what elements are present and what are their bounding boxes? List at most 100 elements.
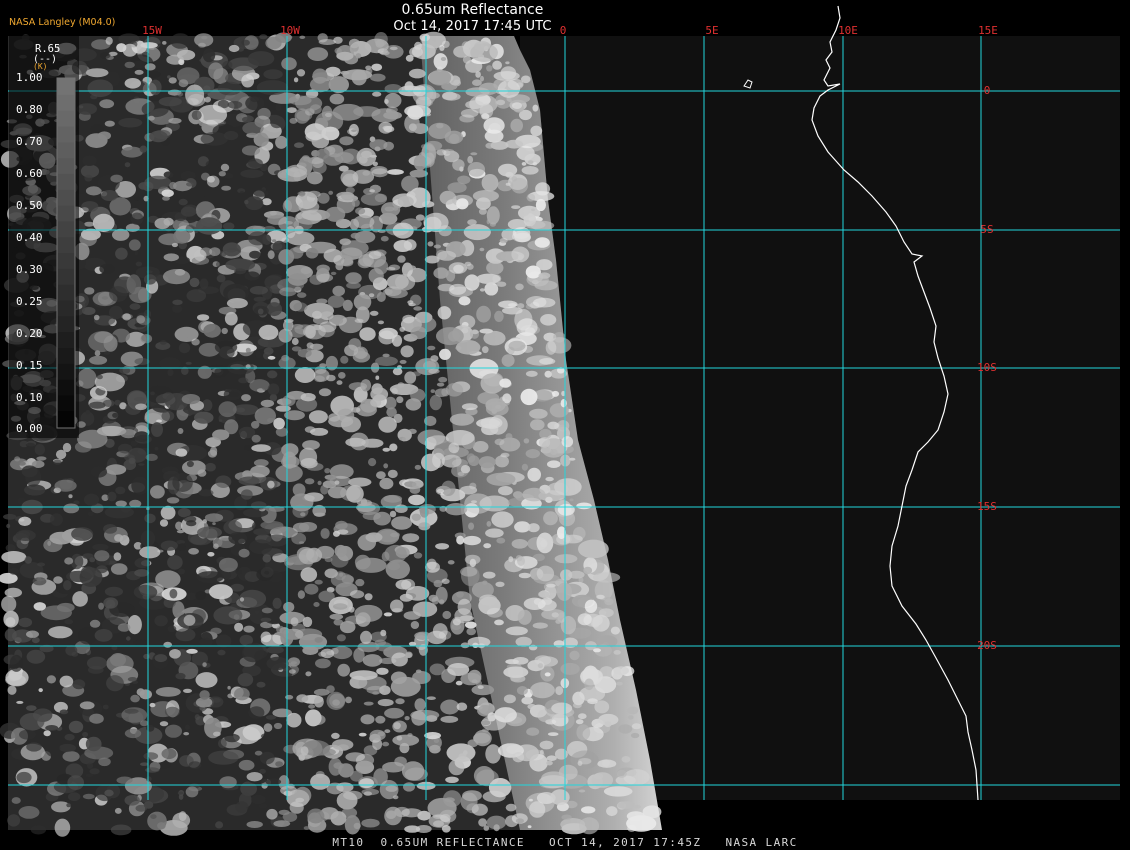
cloud-puff [146, 270, 153, 274]
cloud-puff [628, 715, 634, 720]
cloud-puff [55, 449, 67, 460]
cloud-puff [64, 733, 75, 741]
cloud-puff [471, 500, 477, 504]
cloud-puff [289, 117, 298, 124]
cloud-puff [184, 724, 190, 730]
cloud-puff [521, 463, 529, 471]
cloud-puff [384, 93, 402, 108]
cloud-puff [526, 727, 540, 736]
cloud-puff [345, 272, 362, 284]
cloud-puff [149, 79, 162, 96]
cloud-puff [437, 250, 457, 261]
cloud-puff [249, 286, 268, 295]
cloud-puff [430, 389, 435, 393]
cloud-puff [33, 602, 46, 611]
cloud-puff [63, 580, 72, 591]
cloud-puff [445, 503, 468, 516]
cloud-puff [285, 694, 294, 700]
cloud-puff [336, 634, 346, 642]
cloud-puff [72, 679, 86, 690]
cloud-puff [616, 681, 623, 686]
cloud-puff [297, 292, 307, 298]
cloud-puff [527, 160, 534, 164]
cloud-puff [105, 464, 127, 475]
cloud-puff [525, 449, 540, 459]
cloud-puff [399, 593, 413, 602]
cloud-puff [216, 261, 221, 267]
cloud-puff [440, 699, 460, 715]
cloud-puff [136, 688, 145, 696]
cloud-puff [202, 662, 207, 667]
cloud-puff [396, 396, 404, 404]
cloud-puff [127, 677, 138, 682]
legend-tick-label: 0.30 [16, 263, 43, 276]
cloud-puff [399, 742, 410, 754]
cloud-puff [159, 519, 169, 527]
satellite-map: 15W 10W 0 5E 10E 15E05S10S15S20S [0, 0, 1130, 850]
cloud-puff [497, 80, 521, 98]
cloud-puff [270, 119, 284, 129]
cloud-puff [336, 51, 354, 61]
cloud-puff [485, 142, 495, 149]
cloud-puff [177, 791, 184, 795]
cloud-puff [363, 701, 374, 706]
cloud-puff [445, 383, 464, 397]
cloud-puff [194, 249, 207, 262]
cloud-puff [210, 627, 222, 635]
cloud-puff [296, 694, 309, 703]
cloud-puff [167, 625, 177, 633]
cloud-puff [146, 776, 152, 782]
cloud-puff [296, 69, 306, 77]
cloud-puff [546, 755, 557, 761]
cloud-puff [300, 393, 316, 402]
cloud-puff [324, 568, 338, 579]
cloud-puff [483, 543, 492, 549]
cloud-puff [481, 174, 499, 192]
cloud-puff [105, 36, 113, 45]
cloud-puff [38, 688, 43, 693]
cloud-puff [130, 694, 140, 703]
cloud-puff [186, 460, 194, 468]
cloud-puff [413, 552, 423, 559]
cloud-puff [520, 388, 538, 406]
cloud-puff [95, 784, 114, 802]
cloud-puff [448, 262, 468, 274]
cloud-puff [334, 152, 354, 164]
cloud-puff [265, 715, 277, 720]
cloud-puff [189, 277, 200, 288]
cloud-puff [383, 141, 395, 151]
cloud-puff [183, 614, 196, 626]
cloud-puff [482, 571, 496, 579]
cloud-puff [345, 752, 366, 762]
cloud-puff [356, 503, 376, 512]
cloud-puff [368, 251, 382, 260]
cloud-puff [297, 191, 306, 196]
cloud-puff [536, 532, 554, 554]
cloud-puff [593, 648, 601, 653]
cloud-puff [427, 241, 434, 247]
cloud-puff [143, 752, 159, 760]
legend-tick-label: 0.80 [16, 103, 43, 116]
cloud-puff [168, 77, 177, 84]
cloud-puff [224, 311, 238, 326]
cloud-puff [355, 207, 366, 215]
cloud-puff [117, 623, 131, 632]
cloud-puff [199, 278, 209, 290]
cloud-puff [299, 35, 306, 39]
cloud-puff [103, 351, 111, 355]
cloud-puff [43, 730, 51, 737]
cloud-puff [449, 413, 475, 426]
cloud-puff [578, 539, 609, 559]
cloud-puff [338, 372, 346, 379]
cloud-puff [578, 713, 587, 720]
cloud-puff [345, 437, 366, 447]
cloud-puff [191, 110, 202, 120]
cloud-puff [334, 480, 340, 485]
legend-tick-label: 0.40 [16, 231, 43, 244]
cloud-puff [162, 196, 170, 201]
cloud-puff [375, 642, 393, 652]
cloud-puff [521, 162, 527, 166]
cloud-puff [3, 513, 17, 520]
cloud-puff [140, 334, 153, 344]
reflectance-legend: R.65 (--) (K) 1.00 0.80 0.70 0.60 0.50 0.40 0.… [9, 35, 79, 438]
